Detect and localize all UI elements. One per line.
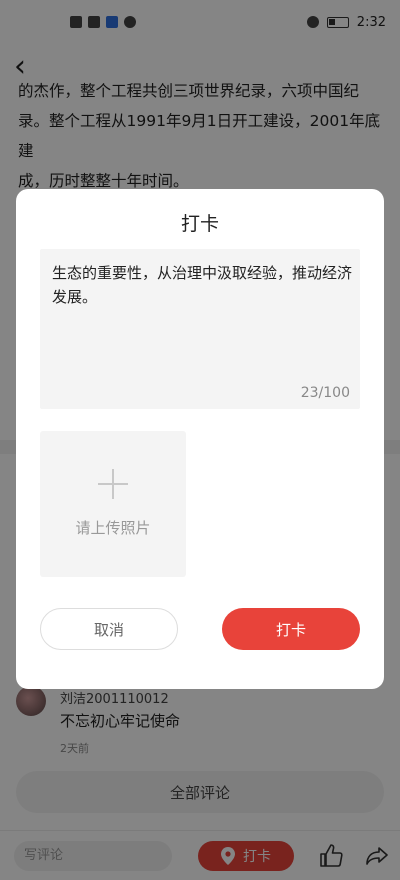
checkin-dialog: 打卡 生态的重要性，从治理中汲取经验，推动经济发展。 23/100 请上传照片 …	[16, 189, 384, 689]
photo-upload-button[interactable]: 请上传照片	[40, 431, 186, 577]
dialog-title: 打卡	[180, 213, 219, 235]
plus-icon	[98, 469, 128, 499]
cancel-button[interactable]: 取消	[40, 608, 178, 650]
upload-label: 请上传照片	[75, 519, 151, 537]
checkin-text-value: 生态的重要性，从治理中汲取经验，推动经济发展。	[52, 264, 353, 306]
checkin-text-field[interactable]: 生态的重要性，从治理中汲取经验，推动经济发展。 23/100	[40, 249, 360, 409]
char-counter: 23/100	[300, 385, 350, 401]
confirm-checkin-button[interactable]: 打卡	[222, 608, 360, 650]
